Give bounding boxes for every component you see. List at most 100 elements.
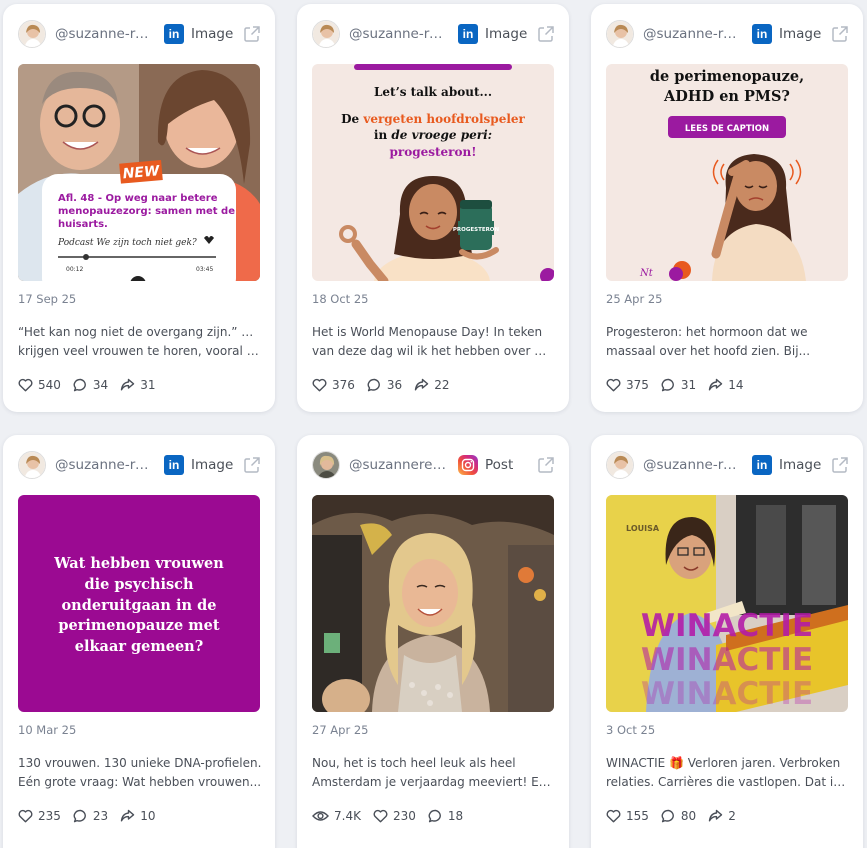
post-stats: 540 34 31 — [18, 378, 167, 392]
quote-line: elkaar gemeen? — [75, 638, 203, 655]
giveaway-overlay: WINACTIE — [641, 642, 813, 678]
episode-line-3: huisarts. — [58, 219, 108, 230]
post-image[interactable]: Wat hebben vrouwen die psychisch onderui… — [18, 495, 260, 712]
external-link-icon[interactable] — [243, 456, 261, 474]
post-image[interactable]: de perimenopauze, ADHD en PMS? LEES DE C… — [606, 64, 848, 281]
account-handle[interactable]: @suzanne-ret... — [643, 26, 744, 42]
shares-count: 14 — [728, 378, 744, 392]
likes-count: 155 — [626, 809, 649, 823]
time-start: 00:12 — [66, 266, 83, 273]
episode-line-1: Afl. 48 - Op weg naar betere — [58, 193, 218, 204]
card-header: @suzanne-ret... in Image — [18, 18, 261, 50]
linkedin-icon: in — [752, 455, 772, 475]
giveaway-overlay: WINACTIE — [641, 608, 813, 644]
post-image[interactable]: NEW Afl. 48 - Op weg naar betere menopau… — [18, 64, 260, 281]
share-icon — [414, 378, 429, 391]
account-handle[interactable]: @suzanne-ret... — [55, 26, 156, 42]
external-link-icon[interactable] — [831, 25, 849, 43]
post-stats: 376 36 22 — [312, 378, 461, 392]
post-type-label: Image — [191, 26, 234, 42]
card-header: @suzannerethans Post — [312, 449, 555, 481]
quote-line: perimenopauze met — [58, 617, 219, 634]
views-count: 7.4K — [334, 809, 361, 823]
post-type-label: Image — [191, 457, 234, 473]
shares-count: 31 — [140, 378, 156, 392]
new-badge: NEW — [122, 163, 161, 182]
post-date: 3 Oct 25 — [606, 723, 656, 737]
post-stats: 7.4K 230 18 — [312, 809, 475, 823]
post-type-label: Post — [485, 457, 514, 473]
post-card[interactable]: @suzanne-ret... in Image Let’s talk abou… — [297, 4, 569, 412]
headline-3: in de vroege peri: — [374, 128, 492, 142]
shares-count: 22 — [434, 378, 450, 392]
post-date: 18 Oct 25 — [312, 292, 369, 306]
signature: Nt — [639, 268, 654, 279]
comment-icon — [661, 378, 674, 392]
post-image[interactable]: Let’s talk about... De vergeten hoofdrol… — [312, 64, 554, 281]
avatar — [18, 451, 46, 479]
post-caption: Nou, het is toch heel leuk als heel Amst… — [312, 756, 556, 789]
comment-icon — [73, 378, 86, 392]
headline-4: progesteron! — [390, 145, 477, 159]
linkedin-icon: in — [164, 455, 184, 475]
external-link-icon[interactable] — [537, 456, 555, 474]
heart-icon — [373, 809, 388, 823]
post-type-label: Image — [485, 26, 528, 42]
post-card[interactable]: @suzannerethans Post 27 Apr 25 Nou, het … — [297, 435, 569, 848]
comments-count: 18 — [447, 809, 464, 823]
avatar — [312, 20, 340, 48]
episode-line-2: menopauzezorg: samen met de — [58, 206, 235, 217]
headline-1: Let’s talk about... — [374, 85, 492, 99]
comment-icon — [367, 378, 380, 392]
likes-count: 375 — [626, 378, 649, 392]
post-card[interactable]: @suzanne-ret... in Image LOUISA WINACTIE… — [591, 435, 863, 848]
heart-icon — [312, 378, 327, 392]
share-icon — [120, 378, 135, 391]
card-header: @suzanne-ret... in Image — [606, 18, 849, 50]
avatar — [606, 451, 634, 479]
post-caption: “Het kan nog niet de overgang zijn.” Dat… — [18, 325, 262, 358]
giveaway-overlay: WINACTIE — [641, 676, 813, 712]
likes-count: 376 — [332, 378, 355, 392]
likes-count: 230 — [392, 809, 416, 823]
post-caption: Progesteron: het hormoon dat we massaal … — [606, 325, 811, 358]
post-card[interactable]: @suzanne-ret... in Image de perimenopauz… — [591, 4, 863, 412]
post-stats: 155 80 2 — [606, 809, 748, 823]
eye-icon — [312, 811, 329, 821]
podcast-name: Podcast We zijn toch niet gek? — [57, 238, 197, 248]
post-date: 17 Sep 25 — [18, 292, 77, 306]
post-card[interactable]: @suzanne-ret... in Image Wat hebben vrou… — [3, 435, 275, 848]
post-image[interactable]: LOUISA WINACTIE WINACTIE WINACTIE — [606, 495, 848, 712]
post-caption: 130 vrouwen. 130 unieke DNA-profielen. E… — [18, 756, 262, 789]
quote-line: onderuitgaan in de — [62, 597, 217, 614]
external-link-icon[interactable] — [831, 456, 849, 474]
quote-line: die psychisch — [84, 576, 194, 593]
account-handle[interactable]: @suzannerethans — [349, 457, 450, 473]
account-handle[interactable]: @suzanne-ret... — [643, 457, 744, 473]
post-card[interactable]: @suzanne-ret... in Image NEW Afl. 48 - O… — [3, 4, 275, 412]
post-type-label: Image — [779, 26, 822, 42]
post-caption: WINACTIE 🎁 Verloren jaren. Verbroken rel… — [606, 756, 850, 789]
external-link-icon[interactable] — [537, 25, 555, 43]
avatar — [18, 20, 46, 48]
share-icon — [708, 378, 723, 391]
likes-count: 540 — [38, 378, 61, 392]
linkedin-icon: in — [752, 24, 772, 44]
post-caption: Het is World Menopause Day! In teken van… — [312, 325, 556, 358]
external-link-icon[interactable] — [243, 25, 261, 43]
post-image[interactable] — [312, 495, 554, 712]
card-header: @suzanne-ret... in Image — [606, 449, 849, 481]
post-stats: 235 23 10 — [18, 809, 167, 823]
account-handle[interactable]: @suzanne-ret... — [55, 457, 156, 473]
instagram-icon — [458, 455, 478, 475]
quote-line: Wat hebben vrouwen — [53, 555, 224, 572]
account-handle[interactable]: @suzanne-ret... — [349, 26, 450, 42]
avatar — [312, 451, 340, 479]
post-date: 10 Mar 25 — [18, 723, 77, 737]
heart-icon — [18, 809, 33, 823]
comments-count: 36 — [386, 378, 403, 392]
post-type-label: Image — [779, 457, 822, 473]
shares-count: 10 — [140, 809, 156, 823]
post-stats: 375 31 14 — [606, 378, 755, 392]
post-date: 27 Apr 25 — [312, 723, 369, 737]
